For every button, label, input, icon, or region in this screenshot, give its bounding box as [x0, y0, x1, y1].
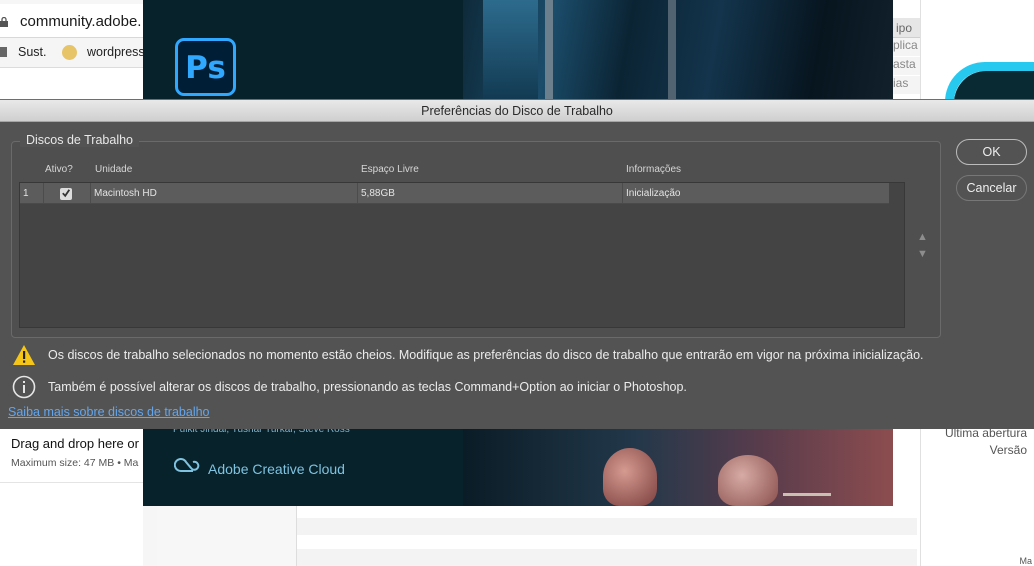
info-icon	[12, 375, 36, 399]
drop-zone-text[interactable]: Drag and drop here or b	[11, 436, 143, 451]
list-item[interactable]: ias	[893, 76, 920, 95]
info-cell: Inicialização	[626, 188, 681, 199]
splash-artwork-detail	[545, 0, 553, 100]
arrow-down-icon[interactable]: ▼	[917, 248, 928, 260]
finder-bottom-text: Ma	[1019, 556, 1032, 566]
splash-artwork-detail	[718, 455, 778, 506]
bookmark-sust[interactable]: Sust.	[18, 45, 47, 59]
warning-icon	[13, 345, 35, 365]
background-row	[297, 549, 917, 566]
column-header-active: Ativo?	[45, 164, 73, 175]
creative-cloud-icon	[174, 458, 200, 473]
column-header-type: ipo	[896, 21, 913, 35]
lock-icon	[0, 17, 8, 27]
photoshop-app-icon: Ps	[175, 38, 236, 96]
learn-more-link[interactable]: Saiba mais sobre discos de trabalho	[8, 405, 210, 419]
dialog-titlebar[interactable]: Preferências do Disco de Trabalho	[0, 100, 1034, 122]
bookmark-wordpress[interactable]: wordpress	[87, 45, 145, 59]
warning-message: Os discos de trabalho selecionados no mo…	[48, 348, 924, 362]
column-header-info: Informações	[626, 164, 682, 175]
url-text[interactable]: community.adobe.	[20, 13, 141, 30]
folder-icon	[0, 47, 7, 57]
meta-version: Versão	[989, 443, 1027, 457]
divider	[0, 482, 143, 483]
cancel-button[interactable]: Cancelar	[956, 175, 1027, 201]
list-item[interactable]: asta	[893, 57, 920, 76]
dialog-title: Preferências do Disco de Trabalho	[421, 104, 613, 118]
group-label: Discos de Trabalho	[20, 133, 140, 147]
splash-artwork-detail	[668, 0, 676, 100]
splash-artwork-detail	[603, 448, 657, 506]
column-header-free-space: Espaço Livre	[361, 164, 419, 175]
unit-cell: Macintosh HD	[91, 183, 358, 204]
background-sidebar	[157, 505, 297, 566]
active-cell	[44, 183, 91, 204]
row-index: 1	[20, 183, 44, 204]
finder-list: plica asta ias	[893, 38, 920, 95]
bookmarks-bar: Sust. wordpress	[0, 38, 145, 68]
table-row[interactable]: 1 Macintosh HD 5,88GB Inicialização	[20, 183, 889, 204]
free-space-cell: 5,88GB	[358, 183, 623, 204]
scratch-disk-table: 1 Macintosh HD 5,88GB Inicialização	[19, 182, 905, 328]
info-message: Também é possível alterar os discos de t…	[48, 380, 687, 394]
background-row	[297, 518, 917, 535]
splash-artwork-detail	[783, 460, 831, 496]
ok-button[interactable]: OK	[956, 139, 1027, 165]
address-bar[interactable]: community.adobe.	[0, 4, 143, 38]
list-item[interactable]: plica	[893, 38, 920, 57]
scratch-disk-dialog: Preferências do Disco de Trabalho Discos…	[0, 99, 1034, 429]
column-header-unit: Unidade	[95, 164, 133, 175]
splash-artwork-detail	[483, 0, 538, 100]
creative-cloud-label: Adobe Creative Cloud	[208, 461, 345, 477]
max-size-text: Maximum size: 47 MB • Ma	[11, 457, 139, 469]
app-icon-label: Ps	[185, 50, 226, 86]
arrow-up-icon[interactable]: ▲	[917, 231, 928, 243]
wordpress-icon	[62, 45, 77, 60]
